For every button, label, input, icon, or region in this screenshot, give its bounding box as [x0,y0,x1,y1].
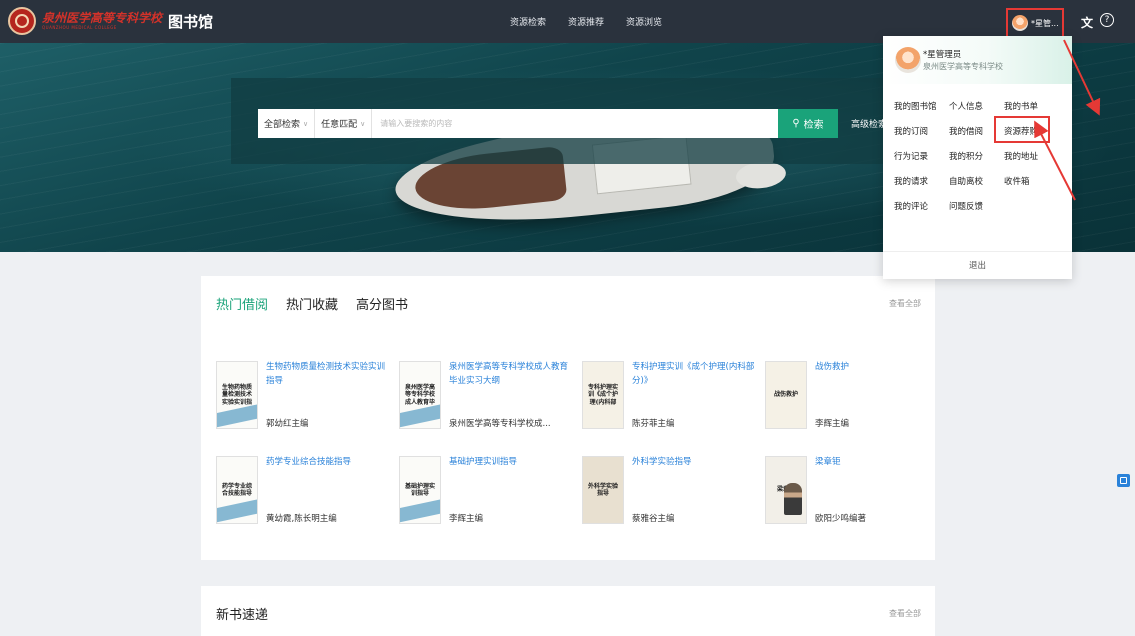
book-item[interactable]: 专科护理实 训《成个护 理(内科部 专科护理实训《成个护理(内科部分)》陈芬菲主… [582,361,765,429]
search-button[interactable]: ⚲ 检索 [778,109,838,138]
menu-divider [883,251,1072,252]
new-books-title: 新书速递 [216,608,269,623]
hot-books-card: 热门借阅 热门收藏 高分图书 查看全部 生物药物质 量检测技术 实验实训指 生物… [201,276,935,560]
book-item[interactable]: 外科学实验 指导 外科学实验指导蔡雅谷主编 [582,456,765,524]
logout-button[interactable]: 退出 [883,259,1072,271]
avatar [895,47,921,73]
view-all-link[interactable]: 查看全部 [889,608,921,619]
book-title[interactable]: 专科护理实训《成个护理(内科部分)》 [632,361,757,388]
user-name: *星管... [1031,18,1059,28]
book-item[interactable]: 基础护理实 训指导 基础护理实训指导李辉主编 [399,456,582,524]
nav-resource-recommend[interactable]: 资源推荐 [568,15,604,28]
help-icon[interactable]: ? [1100,13,1114,27]
avatar [1012,15,1028,31]
match-mode-select[interactable]: 任意匹配 ∨ [315,109,373,138]
book-cover[interactable]: 外科学实验 指导 [582,456,624,524]
menu-self-checkout[interactable]: 自助离校 [949,175,1004,189]
book-cover[interactable]: 专科护理实 训《成个护 理(内科部 [582,361,624,429]
tab-hot-borrow[interactable]: 热门借阅 [216,294,268,313]
book-author: 泉州医学高等专科学校成... [449,419,551,429]
book-cover[interactable]: 战伤救护 [765,361,807,429]
book-cover[interactable]: 生物药物质 量检测技术 实验实训指 [216,361,258,429]
book-author: 陈芬菲主编 [632,419,675,429]
menu-my-comments[interactable]: 我的评论 [894,200,949,214]
search-scope-select[interactable]: 全部检索 ∨ [258,109,316,138]
menu-my-points[interactable]: 我的积分 [949,150,1004,164]
search-input[interactable] [372,110,778,137]
book-item[interactable]: 梁章钜 梁章钜欧阳少鸣编著 [765,456,948,524]
annotation-highlight-box [994,116,1050,143]
menu-activity-log[interactable]: 行为记录 [894,150,949,164]
user-school: 泉州医学高等专科学校 [923,62,1003,71]
chevron-down-icon: ∨ [360,119,366,128]
book-cover[interactable]: 药学专业综 合技能指导 [216,456,258,524]
menu-inbox[interactable]: 收件箱 [1004,175,1064,189]
user-full-name: *星管理员 [923,50,962,60]
view-all-link[interactable]: 查看全部 [889,298,921,309]
book-author: 郭幼红主编 [266,419,309,429]
menu-my-address[interactable]: 我的地址 [1004,150,1064,164]
side-feedback-icon[interactable] [1117,474,1130,487]
top-nav: 资源检索 资源推荐 资源浏览 [510,0,684,43]
book-cover[interactable]: 梁章钜 [765,456,807,524]
book-item[interactable]: 泉州医学高 等专科学校 成人教育毕 泉州医学高等专科学校成人教育毕业实习大纲泉州… [399,361,582,429]
nav-resource-browse[interactable]: 资源浏览 [626,15,662,28]
book-item[interactable]: 生物药物质 量检测技术 实验实训指 生物药物质量检测技术实验实训指导郭幼红主编 [216,361,399,429]
book-author: 李辉主编 [815,419,850,429]
advanced-search-link[interactable]: 高级检索 [851,117,887,130]
user-menu-trigger[interactable]: *星管... [1006,8,1064,38]
book-title[interactable]: 战伤救护 [815,361,940,375]
nav-resource-search[interactable]: 资源检索 [510,15,546,28]
search-bar: 全部检索 ∨ 任意匹配 ∨ [258,109,778,138]
menu-my-booklist[interactable]: 我的书单 [1004,100,1064,114]
book-author: 欧阳少鸣编著 [815,514,867,524]
menu-my-subscriptions[interactable]: 我的订阅 [894,125,949,139]
user-dropdown-menu: *星管理员 泉州医学高等专科学校 我的图书馆 个人信息 我的书单 我的订阅 我的… [883,36,1072,279]
menu-my-library[interactable]: 我的图书馆 [894,100,949,114]
user-profile-header: *星管理员 泉州医学高等专科学校 [883,36,1072,84]
book-author: 李辉主编 [449,514,484,524]
book-title[interactable]: 基础护理实训指导 [449,456,574,470]
menu-my-requests[interactable]: 我的请求 [894,175,949,189]
book-cover[interactable]: 泉州医学高 等专科学校 成人教育毕 [399,361,441,429]
menu-feedback[interactable]: 问题反馈 [949,200,1004,214]
book-cover[interactable]: 基础护理实 训指导 [399,456,441,524]
book-title[interactable]: 药学专业综合技能指导 [266,456,391,470]
book-author: 蔡雅谷主编 [632,514,675,524]
school-seal-icon [8,7,36,35]
search-icon: ⚲ [792,118,800,129]
library-logo[interactable]: 泉州医学高等专科学校 QUANZHOU MEDICAL COLLEGE 图书馆 [8,6,213,36]
book-title[interactable]: 泉州医学高等专科学校成人教育毕业实习大纲 [449,361,574,388]
tab-hot-favorite[interactable]: 热门收藏 [286,294,338,313]
book-list: 生物药物质 量检测技术 实验实训指 生物药物质量检测技术实验实训指导 郭幼红主编 … [216,361,926,524]
book-item[interactable]: 药学专业综 合技能指导 药学专业综合技能指导黄幼霞,陈长明主编 [216,456,399,524]
school-logo-text: 泉州医学高等专科学校 QUANZHOU MEDICAL COLLEGE [42,11,163,30]
book-title[interactable]: 生物药物质量检测技术实验实训指导 [266,361,391,388]
book-title[interactable]: 梁章钜 [815,456,940,470]
new-books-card: 新书速递 查看全部 [201,586,935,636]
tab-high-score[interactable]: 高分图书 [356,294,408,313]
book-title[interactable]: 外科学实验指导 [632,456,757,470]
library-title: 图书馆 [168,12,214,31]
translate-icon[interactable]: 文 [1081,14,1093,31]
chevron-down-icon: ∨ [303,119,309,128]
book-author: 黄幼霞,陈长明主编 [266,514,337,524]
menu-personal-info[interactable]: 个人信息 [949,100,1004,114]
book-item[interactable]: 战伤救护 战伤救护 李辉主编 [765,361,948,429]
hot-books-tabs: 热门借阅 热门收藏 高分图书 [216,294,426,313]
